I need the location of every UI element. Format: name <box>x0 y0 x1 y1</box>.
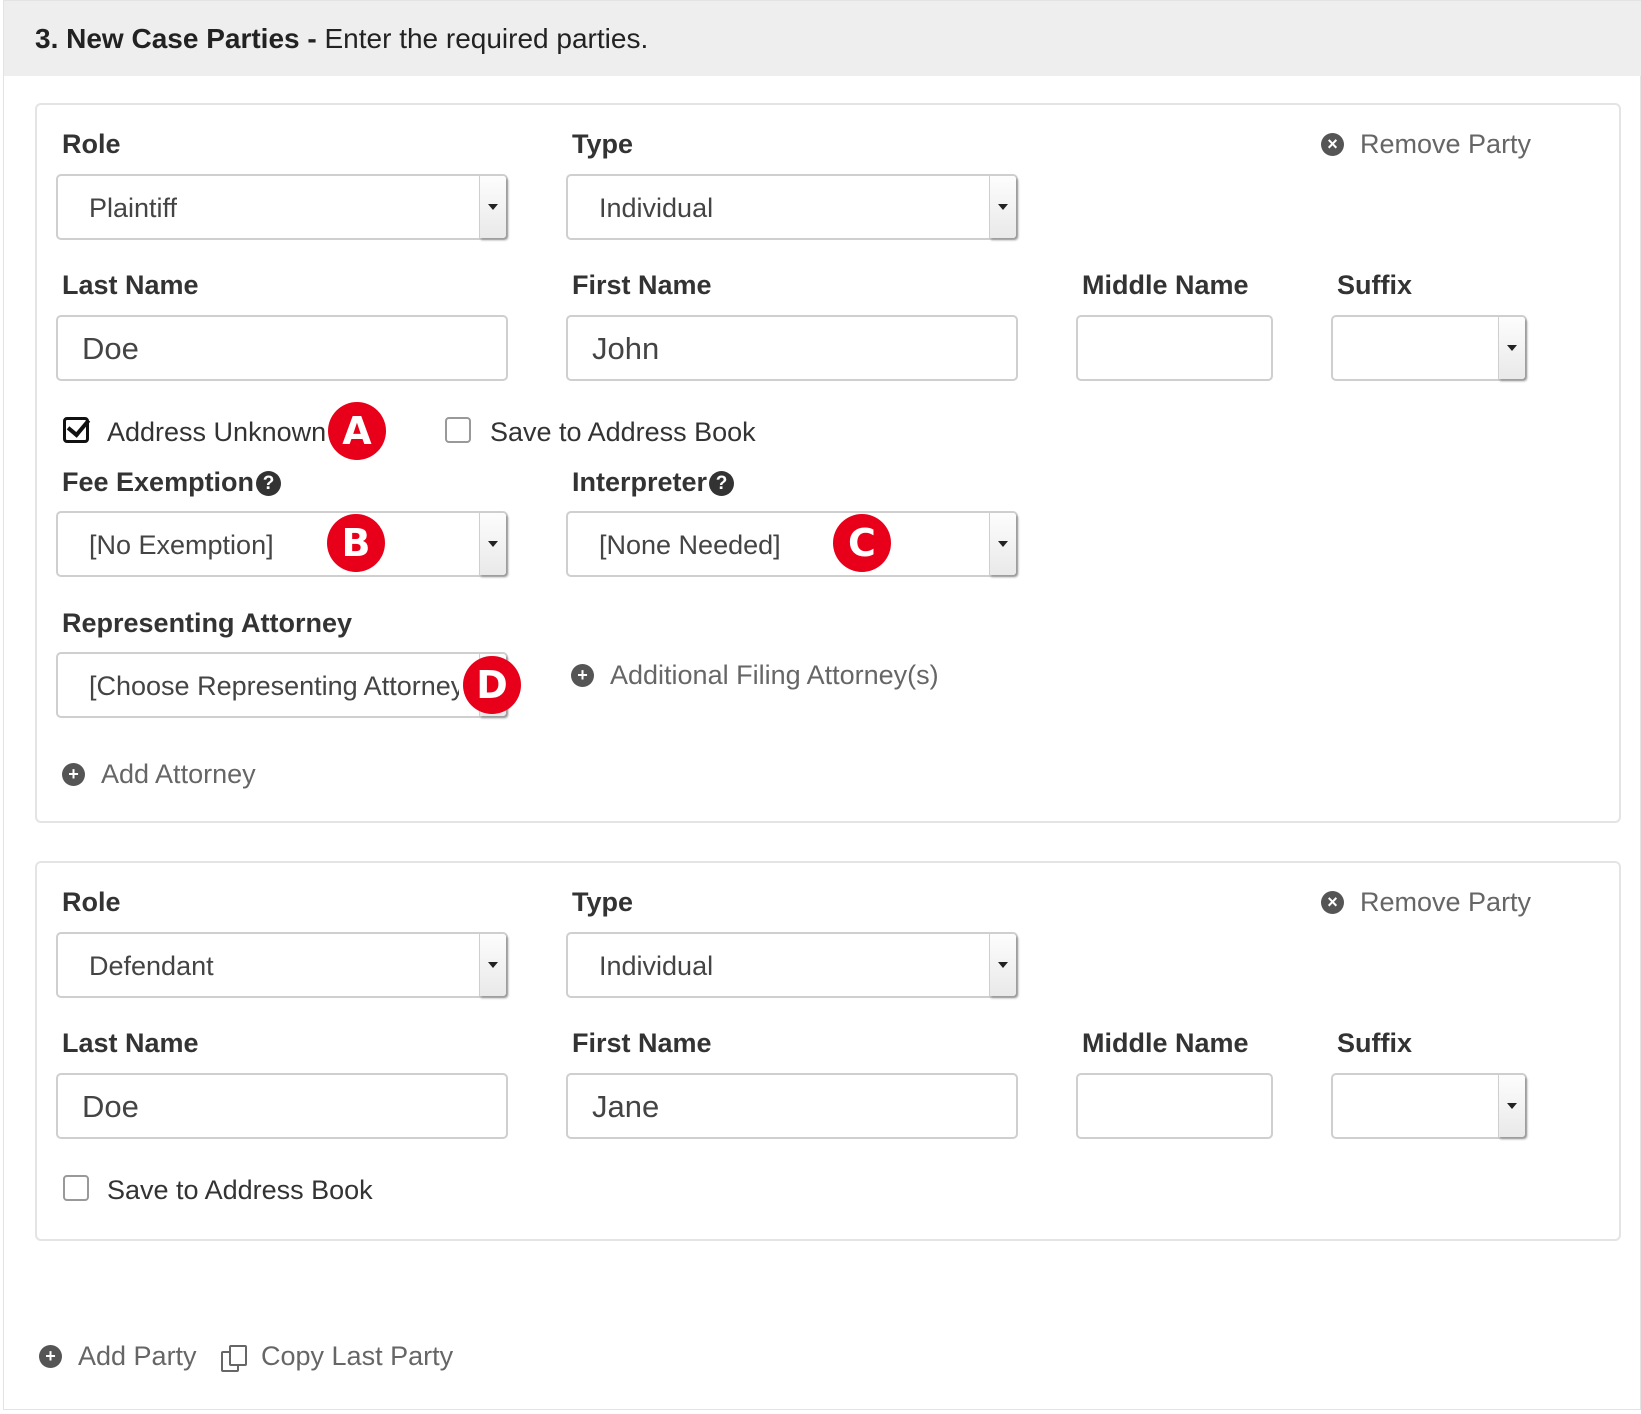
last-name-field[interactable]: Doe <box>56 1073 508 1139</box>
type-label: Type <box>572 129 634 159</box>
role-select[interactable]: Defendant <box>56 932 508 998</box>
remove-party-button[interactable]: × Remove Party <box>1321 129 1531 160</box>
suffix-select[interactable] <box>1331 1073 1527 1139</box>
interpreter-value: [None Needed] <box>599 530 781 560</box>
interpreter-select[interactable]: [None Needed] <box>566 511 1018 577</box>
remove-party-label: Remove Party <box>1360 887 1532 917</box>
type-select-value: Individual <box>599 951 714 981</box>
plus-circle-icon: + <box>39 1345 62 1368</box>
save-to-address-book-checkbox[interactable] <box>445 417 471 443</box>
add-attorney-label: Add Attorney <box>101 759 256 789</box>
representing-attorney-value: [Choose Representing Attorney] <box>89 671 459 701</box>
first-name-value: Jane <box>592 1089 660 1124</box>
question-circle-icon[interactable]: ? <box>709 471 735 497</box>
representing-attorney-select[interactable]: [Choose Representing Attorney] <box>56 652 508 718</box>
fee-exemption-select[interactable]: [No Exemption] <box>56 511 508 577</box>
last-name-field[interactable]: Doe <box>56 315 508 381</box>
address-unknown-checkbox[interactable] <box>63 417 89 443</box>
step-instruction: Enter the required parties. <box>324 23 649 54</box>
first-name-label: First Name <box>572 270 712 300</box>
remove-party-button[interactable]: × Remove Party <box>1321 887 1531 918</box>
role-select-value: Plaintiff <box>89 193 178 223</box>
address-unknown-label: Address Unknown <box>107 417 327 447</box>
last-name-value: Doe <box>82 331 139 366</box>
fee-exemption-value: [No Exemption] <box>89 530 274 560</box>
type-select[interactable]: Individual <box>566 174 1018 240</box>
new-case-parties-section: 3. New Case Parties - Enter the required… <box>3 0 1641 1410</box>
type-select[interactable]: Individual <box>566 932 1018 998</box>
interpreter-label: Interpreter? <box>572 467 735 498</box>
suffix-label: Suffix <box>1337 1028 1413 1058</box>
suffix-select[interactable] <box>1331 315 1527 381</box>
remove-circle-icon: × <box>1321 133 1344 156</box>
last-name-label: Last Name <box>62 270 199 300</box>
save-to-address-book-label: Save to Address Book <box>490 417 756 447</box>
save-to-address-book-checkbox[interactable] <box>63 1175 89 1201</box>
middle-name-field[interactable] <box>1076 1073 1273 1139</box>
add-attorney-button[interactable]: + Add Attorney <box>62 759 256 790</box>
role-select-value: Defendant <box>89 951 214 981</box>
chevron-down-icon <box>479 513 506 575</box>
middle-name-label: Middle Name <box>1082 1028 1249 1058</box>
additional-filing-attorney-label: Additional Filing Attorney(s) <box>610 660 939 690</box>
step-title: 3. New Case Parties - <box>35 23 317 54</box>
copy-last-party-button[interactable]: Copy Last Party <box>221 1341 453 1372</box>
chevron-down-icon <box>989 934 1016 996</box>
add-party-button[interactable]: + Add Party <box>39 1341 197 1372</box>
type-select-value: Individual <box>599 193 714 223</box>
chevron-down-icon <box>1498 317 1525 379</box>
middle-name-field[interactable] <box>1076 315 1273 381</box>
plus-circle-icon: + <box>571 664 594 687</box>
role-select[interactable]: Plaintiff <box>56 174 508 240</box>
last-name-value: Doe <box>82 1089 139 1124</box>
plus-circle-icon: + <box>62 763 85 786</box>
suffix-label: Suffix <box>1337 270 1413 300</box>
add-party-label: Add Party <box>78 1341 197 1371</box>
party-panel-plaintiff: Role Type × Remove Party Plaintiff Indiv… <box>35 103 1621 823</box>
remove-party-label: Remove Party <box>1360 129 1532 159</box>
question-circle-icon[interactable]: ? <box>256 471 282 497</box>
copy-last-party-label: Copy Last Party <box>261 1341 454 1371</box>
marker-d: D <box>463 656 521 714</box>
middle-name-label: Middle Name <box>1082 270 1249 300</box>
chevron-down-icon <box>479 176 506 238</box>
section-title: 3. New Case Parties - Enter the required… <box>35 23 648 55</box>
marker-a: A <box>328 402 386 460</box>
first-name-field[interactable]: Jane <box>566 1073 1018 1139</box>
first-name-label: First Name <box>572 1028 712 1058</box>
last-name-label: Last Name <box>62 1028 199 1058</box>
fee-exemption-text: Fee Exemption <box>62 467 255 497</box>
party-panel-defendant: Role Type × Remove Party Defendant Indiv… <box>35 861 1621 1241</box>
first-name-field[interactable]: John <box>566 315 1018 381</box>
marker-c: C <box>833 514 891 572</box>
marker-b: B <box>327 514 385 572</box>
chevron-down-icon <box>989 513 1016 575</box>
chevron-down-icon <box>1498 1075 1525 1137</box>
fee-exemption-label: Fee Exemption? <box>62 467 282 498</box>
first-name-value: John <box>592 331 660 366</box>
chevron-down-icon <box>479 934 506 996</box>
additional-filing-attorney-button[interactable]: + Additional Filing Attorney(s) <box>571 660 939 691</box>
copy-icon <box>221 1344 247 1372</box>
save-to-address-book-label: Save to Address Book <box>107 1175 373 1205</box>
role-label: Role <box>62 129 121 159</box>
chevron-down-icon <box>989 176 1016 238</box>
interpreter-text: Interpreter <box>572 467 708 497</box>
type-label: Type <box>572 887 634 917</box>
remove-circle-icon: × <box>1321 891 1344 914</box>
section-header: 3. New Case Parties - Enter the required… <box>4 1 1641 76</box>
representing-attorney-label: Representing Attorney <box>62 608 353 638</box>
role-label: Role <box>62 887 121 917</box>
